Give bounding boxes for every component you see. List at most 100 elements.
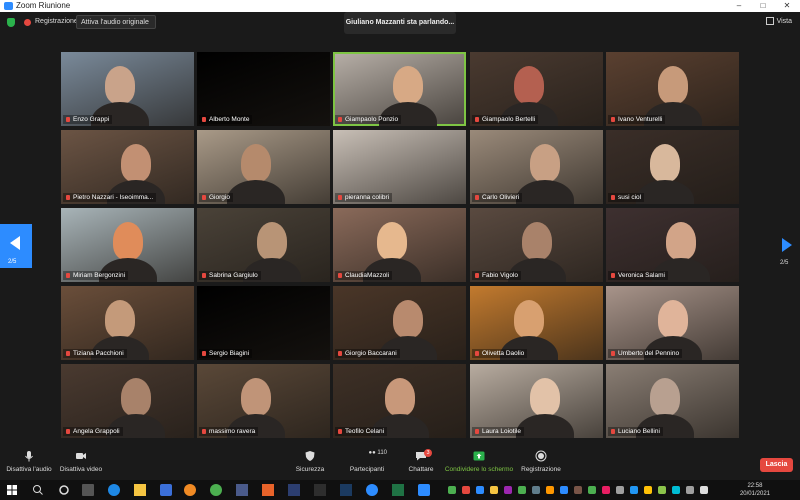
tray-icon[interactable] xyxy=(476,486,484,494)
tray-icon[interactable] xyxy=(630,486,638,494)
participant-tile[interactable]: Ivano Venturelli xyxy=(606,52,739,126)
participant-tile[interactable]: Luciano Bellini xyxy=(606,364,739,438)
app-icon[interactable] xyxy=(236,484,248,496)
tray-icon[interactable] xyxy=(462,486,470,494)
maximize-button[interactable]: □ xyxy=(752,0,774,12)
tray-icon[interactable] xyxy=(546,486,554,494)
tray-icon[interactable] xyxy=(490,486,498,494)
participant-tile[interactable]: ClaudiaMazzoli xyxy=(333,208,466,282)
firefox-icon[interactable] xyxy=(184,484,196,496)
participant-tile[interactable]: Alberto Monte xyxy=(197,52,330,126)
tray-icon[interactable] xyxy=(518,486,526,494)
edge-icon[interactable] xyxy=(108,484,120,496)
participant-tile[interactable]: Tiziana Pacchioni xyxy=(61,286,194,360)
zoom-meeting-icon[interactable] xyxy=(418,484,430,496)
tray-icon[interactable] xyxy=(532,486,540,494)
participant-name: Sabrina Gargiulo xyxy=(199,271,261,280)
windows-start-icon[interactable] xyxy=(6,484,18,496)
minimize-button[interactable]: – xyxy=(728,0,750,12)
participant-name-text: Angela Grappoli xyxy=(73,428,120,435)
tray-icon[interactable] xyxy=(560,486,568,494)
file-explorer-icon[interactable] xyxy=(134,484,146,496)
recording-label[interactable]: Registrazione xyxy=(35,18,78,25)
participant-name: Umberto del Pennino xyxy=(608,349,683,358)
zoom-taskbar-icon[interactable] xyxy=(366,484,378,496)
original-audio-select[interactable]: Attiva l'audio originale xyxy=(76,15,156,29)
stop-video-button[interactable]: Disattiva video xyxy=(58,450,104,473)
chat-badge: 3 xyxy=(424,449,432,457)
page-indicator-right: 2/5 xyxy=(780,260,789,266)
tray-icon[interactable] xyxy=(616,486,624,494)
participant-video xyxy=(393,66,423,104)
tray-icon[interactable] xyxy=(574,486,582,494)
clock[interactable]: 22:58 20/01/2021 xyxy=(740,482,770,498)
participant-tile[interactable]: Angela Grappoli xyxy=(61,364,194,438)
participant-tile[interactable]: Enzo Grappi xyxy=(61,52,194,126)
window-title: Zoom Riunione xyxy=(16,1,71,10)
task-view-icon[interactable] xyxy=(82,484,94,496)
record-button[interactable]: Registrazione xyxy=(518,450,564,473)
participant-tile[interactable]: Laura Loiotile xyxy=(470,364,603,438)
tray-icon[interactable] xyxy=(602,486,610,494)
photoshop-icon[interactable] xyxy=(288,484,300,496)
participant-tile[interactable]: pieranna colibri xyxy=(333,130,466,204)
tray-icon[interactable] xyxy=(448,486,456,494)
cortana-icon[interactable] xyxy=(58,484,70,496)
participant-tile[interactable]: Giorgio Baccarani xyxy=(333,286,466,360)
mute-button[interactable]: Disattiva l'audio xyxy=(6,450,52,473)
participants-button[interactable]: ●● 110 Partecipanti xyxy=(344,450,390,473)
tray-icon[interactable] xyxy=(588,486,596,494)
participant-name-text: Giampaolo Ponzio xyxy=(345,116,399,123)
participant-name-text: Teofilo Celani xyxy=(345,428,385,435)
participant-video xyxy=(121,144,151,182)
participant-tile[interactable]: Teofilo Celani xyxy=(333,364,466,438)
view-button[interactable]: Vista xyxy=(765,17,792,25)
participant-tile[interactable]: Sabrina Gargiulo xyxy=(197,208,330,282)
participant-tile[interactable]: Pietro Nazzari - Iseoimma... xyxy=(61,130,194,204)
participant-tile[interactable]: Miriam Bergonzini xyxy=(61,208,194,282)
participant-name: Veronica Salami xyxy=(608,271,668,280)
next-page-button[interactable]: 2/5 xyxy=(778,224,800,268)
participant-video xyxy=(514,66,544,104)
participant-tile[interactable]: massimo ravera xyxy=(197,364,330,438)
participants-label: Partecipanti xyxy=(349,466,385,473)
participant-body xyxy=(227,180,285,204)
participant-name-text: Ivano Venturelli xyxy=(618,116,663,123)
app-icon[interactable] xyxy=(262,484,274,496)
muted-mic-icon xyxy=(611,428,615,434)
muted-mic-icon xyxy=(611,272,615,278)
search-icon[interactable] xyxy=(32,484,44,496)
participant-tile[interactable]: Sergio Biagini xyxy=(197,286,330,360)
close-button[interactable]: ✕ xyxy=(776,0,798,12)
leave-button[interactable]: Lascia xyxy=(760,458,793,472)
participant-tile[interactable]: Veronica Salami xyxy=(606,208,739,282)
tray-icon[interactable] xyxy=(644,486,652,494)
tray-icon[interactable] xyxy=(504,486,512,494)
participant-tile[interactable]: Giampaolo Ponzio xyxy=(333,52,466,126)
participant-tile[interactable]: Umberto del Pennino xyxy=(606,286,739,360)
participant-tile[interactable]: Olivetta Daolio xyxy=(470,286,603,360)
tray-icon[interactable] xyxy=(686,486,694,494)
chrome-icon[interactable] xyxy=(210,484,222,496)
ie-icon[interactable] xyxy=(160,484,172,496)
tray-icon[interactable] xyxy=(672,486,680,494)
excel-icon[interactable] xyxy=(392,484,404,496)
tray-icon[interactable] xyxy=(658,486,666,494)
tray-icon[interactable] xyxy=(700,486,708,494)
chat-button[interactable]: 3 Chattare xyxy=(404,449,438,473)
muted-mic-icon xyxy=(202,194,206,200)
participant-tile[interactable]: Carlo Olivieri xyxy=(470,130,603,204)
shield-icon[interactable] xyxy=(7,18,15,27)
participant-tile[interactable]: Giorgio xyxy=(197,130,330,204)
previous-page-button[interactable]: 2/5 xyxy=(0,224,32,268)
bridge-icon[interactable] xyxy=(314,484,326,496)
participant-tile[interactable]: Giampaolo Bertelli xyxy=(470,52,603,126)
security-button[interactable]: Sicurezza xyxy=(292,450,328,473)
share-screen-button[interactable]: Condividere lo schermo xyxy=(444,450,514,473)
participant-video xyxy=(393,300,423,338)
security-label: Sicurezza xyxy=(295,466,325,473)
participant-tile[interactable]: Fabio Vigolo xyxy=(470,208,603,282)
lightroom-icon[interactable] xyxy=(340,484,352,496)
participant-tile[interactable]: susi ciol xyxy=(606,130,739,204)
video-grid: Enzo Grappi Alberto Monte Giampaolo Ponzio… xyxy=(61,52,739,438)
